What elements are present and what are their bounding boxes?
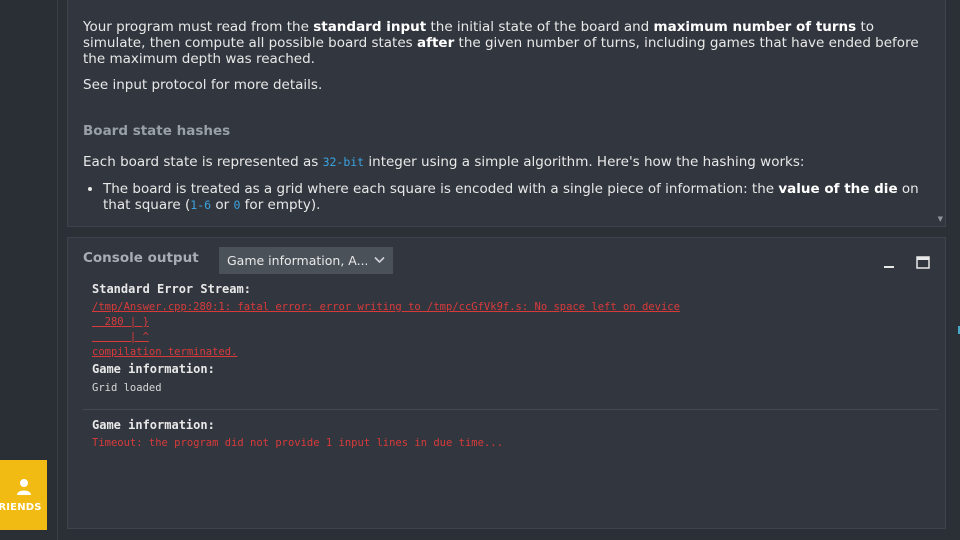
- code-die-range: 1-6: [190, 198, 212, 212]
- list-item: The board is treated as a grid where eac…: [103, 181, 928, 213]
- right-edge: [947, 0, 960, 540]
- statement-top-fragment: ”: [83, 0, 90, 7]
- resize-corner-icon[interactable]: ▼: [938, 215, 943, 223]
- friends-button[interactable]: FRIENDS: [0, 460, 47, 530]
- chevron-down-icon: [374, 256, 385, 264]
- user-icon: [16, 478, 31, 495]
- game-info-header: Game information:: [92, 418, 215, 432]
- maximize-icon[interactable]: [915, 254, 931, 270]
- error-line[interactable]: | ^: [92, 330, 149, 344]
- console-filter-value: Game information, A...: [227, 253, 367, 268]
- text-run: the initial state of the board and: [426, 19, 654, 35]
- friends-label: FRIENDS: [0, 501, 42, 513]
- statement-paragraph-protocol: See input protocol for more details.: [83, 77, 323, 93]
- timeout-line: Timeout: the program did not provide 1 i…: [92, 437, 503, 449]
- stderr-header: Standard Error Stream:: [92, 282, 251, 296]
- bold-text: after: [416, 35, 455, 51]
- game-info-header: Game information:: [92, 362, 215, 376]
- text-run: Your program must read from the: [83, 19, 314, 35]
- error-line[interactable]: /tmp/Answer.cpp:280:1: fatal error: erro…: [92, 300, 680, 314]
- game-info-line: Grid loaded: [92, 382, 162, 394]
- section-heading-board-state-hashes: Board state hashes: [83, 123, 231, 139]
- console-title: Console output: [83, 250, 199, 266]
- console-filter-select[interactable]: Game information, A...: [219, 247, 393, 274]
- left-sidebar: FRIENDS: [0, 0, 58, 540]
- statement-paragraph-hash: Each board state is represented as 32-bi…: [83, 154, 805, 170]
- bold-text: maximum number of turns: [653, 19, 857, 35]
- error-line[interactable]: 280 | }: [92, 315, 149, 329]
- statement-panel: ” Your program must read from the standa…: [67, 0, 946, 227]
- log-divider: [83, 409, 938, 410]
- console-panel: Console output Game information, A... St…: [67, 237, 946, 529]
- error-line[interactable]: compilation terminated.: [92, 345, 237, 359]
- bold-text: standard input: [313, 19, 427, 35]
- statement-paragraph-input: Your program must read from the standard…: [83, 19, 928, 67]
- code-32-bit: 32-bit: [322, 155, 365, 169]
- minimize-icon[interactable]: [881, 254, 897, 270]
- hash-rules-list: The board is treated as a grid where eac…: [83, 181, 928, 213]
